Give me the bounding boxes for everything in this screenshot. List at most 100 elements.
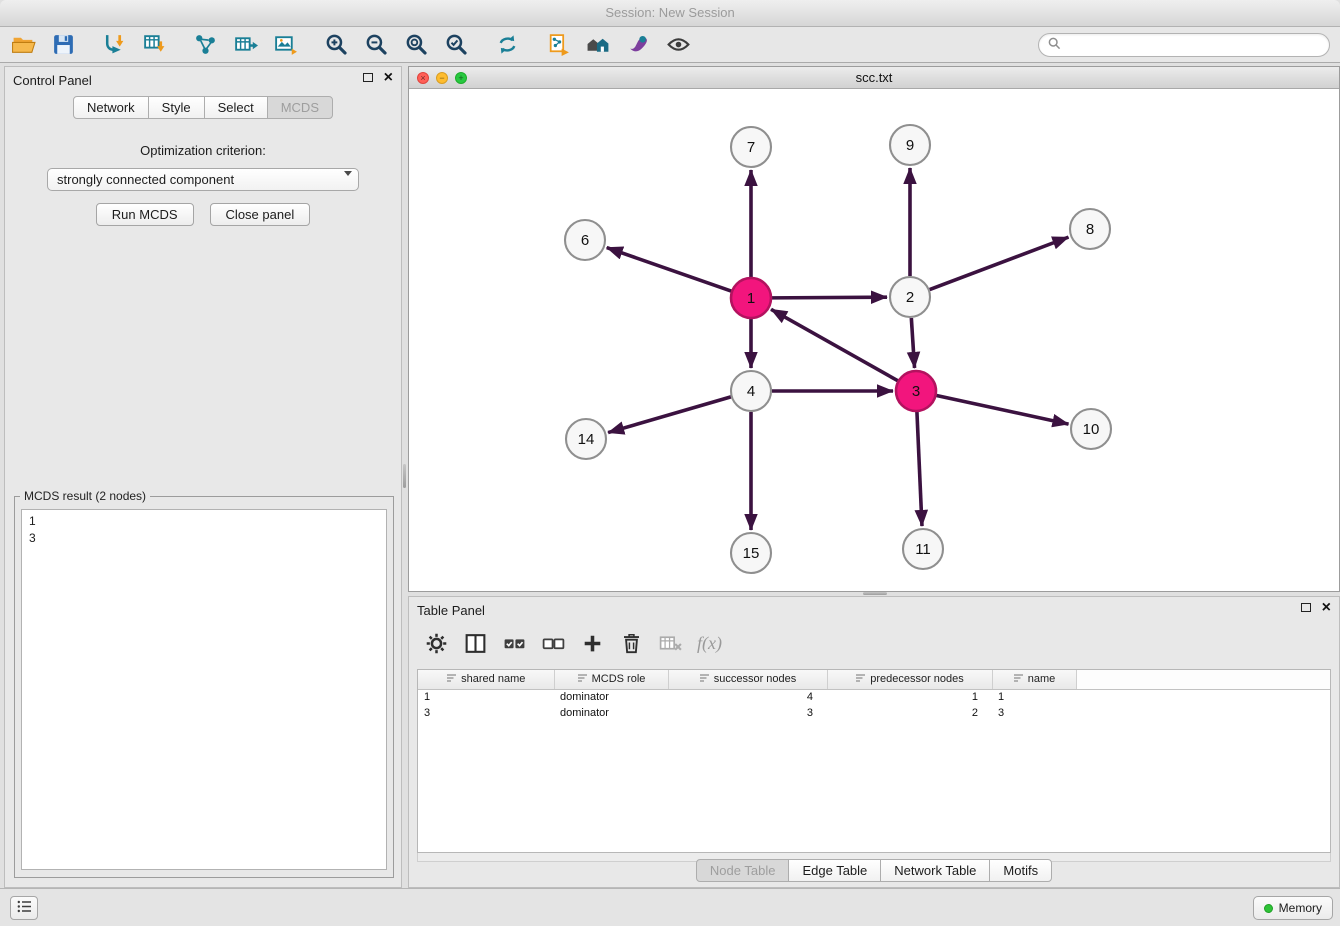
- graph-node-9[interactable]: 9: [890, 125, 930, 165]
- clone-network-icon[interactable]: [545, 31, 572, 58]
- svg-text:14: 14: [578, 431, 595, 448]
- tab-node-table[interactable]: Node Table: [696, 859, 790, 882]
- zoom-fit-icon[interactable]: [403, 31, 430, 58]
- column-header-successor-nodes[interactable]: successor nodes: [668, 670, 827, 689]
- graph-edge-3-10[interactable]: [937, 395, 1069, 424]
- column-header-filler: [1076, 670, 1330, 689]
- table-row[interactable]: 1dominator411: [418, 689, 1330, 705]
- refresh-view-icon[interactable]: [494, 31, 521, 58]
- mcds-result-list[interactable]: 13: [21, 509, 387, 870]
- deselect-all-checkboxes-icon[interactable]: [540, 630, 567, 657]
- table-settings-gear-icon[interactable]: [423, 630, 450, 657]
- window-titlebar: Session: New Session: [0, 0, 1340, 27]
- graph-edge-3-11[interactable]: [917, 412, 922, 526]
- function-builder-icon[interactable]: f(x): [696, 630, 723, 657]
- graph-edge-2-8[interactable]: [930, 237, 1069, 289]
- graph-node-14[interactable]: 14: [566, 419, 606, 459]
- network-view-window: × − + scc.txt 7968124314101511: [408, 66, 1340, 592]
- column-header-shared-name[interactable]: shared name: [418, 670, 554, 689]
- tab-network-table[interactable]: Network Table: [880, 859, 990, 882]
- minimize-window-icon[interactable]: −: [436, 72, 448, 84]
- graph-node-6[interactable]: 6: [565, 220, 605, 260]
- graph-node-8[interactable]: 8: [1070, 209, 1110, 249]
- criterion-dropdown[interactable]: strongly connected component: [47, 168, 359, 191]
- tab-network[interactable]: Network: [73, 96, 149, 119]
- graph-node-2[interactable]: 2: [890, 277, 930, 317]
- svg-text:9: 9: [906, 137, 914, 154]
- tab-motifs[interactable]: Motifs: [989, 859, 1052, 882]
- table-panel-title: Table Panel: [409, 597, 1339, 618]
- tab-select[interactable]: Select: [204, 96, 268, 119]
- new-network-icon[interactable]: [192, 31, 219, 58]
- network-canvas[interactable]: 7 9 6 8 1 2 4 3 14 10 15 11: [409, 89, 1339, 591]
- list-icon: [17, 900, 32, 916]
- open-file-icon[interactable]: [10, 31, 37, 58]
- mcds-result-item[interactable]: 1: [29, 513, 379, 530]
- float-table-panel-icon[interactable]: [1301, 603, 1311, 612]
- show-panels-button[interactable]: [10, 896, 38, 920]
- run-mcds-button[interactable]: Run MCDS: [96, 203, 194, 226]
- optimization-criterion-label: Optimization criterion:: [5, 143, 401, 158]
- criterion-dropdown-value: strongly connected component: [57, 172, 234, 187]
- mcds-result-item[interactable]: 3: [29, 530, 379, 547]
- zoom-selected-icon[interactable]: [443, 31, 470, 58]
- column-header-mcds-role[interactable]: MCDS role: [554, 670, 668, 689]
- home-view-icon[interactable]: [585, 31, 612, 58]
- graph-node-15[interactable]: 15: [731, 533, 771, 573]
- show-graphics-details-icon[interactable]: [665, 31, 692, 58]
- graph-node-11[interactable]: 11: [903, 529, 943, 569]
- toolbar-icon-groups: [10, 31, 692, 58]
- zoom-in-icon[interactable]: [323, 31, 350, 58]
- close-panel-button[interactable]: Close panel: [210, 203, 311, 226]
- svg-text:3: 3: [912, 383, 920, 400]
- memory-button[interactable]: Memory: [1253, 896, 1333, 920]
- delete-row-icon[interactable]: [618, 630, 645, 657]
- graph-edge-2-3[interactable]: [911, 318, 914, 368]
- save-session-icon[interactable]: [50, 31, 77, 58]
- column-header-predecessor-nodes[interactable]: predecessor nodes: [827, 670, 992, 689]
- close-table-panel-icon[interactable]: ×: [1322, 602, 1331, 613]
- graph-edge-1-6[interactable]: [607, 248, 731, 291]
- dropdown-stepper-icon: [336, 173, 352, 191]
- export-table-icon[interactable]: [232, 31, 259, 58]
- control-panel-title: Control Panel: [5, 67, 401, 88]
- table-header-row: shared nameMCDS rolesuccessor nodesprede…: [418, 670, 1330, 689]
- tab-mcds[interactable]: MCDS: [267, 96, 333, 119]
- graph-edge-4-14[interactable]: [608, 397, 731, 433]
- network-graph[interactable]: 7 9 6 8 1 2 4 3 14 10 15 11: [409, 89, 1339, 591]
- search-input[interactable]: [1066, 37, 1320, 52]
- zoom-out-icon[interactable]: [363, 31, 390, 58]
- search-icon: [1048, 37, 1061, 53]
- show-columns-icon[interactable]: [462, 630, 489, 657]
- mcds-result-box: MCDS result (2 nodes) 13: [14, 496, 394, 878]
- svg-text:1: 1: [747, 290, 755, 307]
- delete-table-icon[interactable]: [657, 630, 684, 657]
- close-panel-icon[interactable]: ×: [384, 72, 393, 83]
- svg-text:4: 4: [747, 383, 755, 400]
- select-all-checkboxes-icon[interactable]: [501, 630, 528, 657]
- search-box[interactable]: [1038, 33, 1330, 57]
- main-toolbar: [0, 27, 1340, 63]
- apply-style-icon[interactable]: [625, 31, 652, 58]
- graph-node-4[interactable]: 4: [731, 371, 771, 411]
- column-header-name[interactable]: name: [992, 670, 1076, 689]
- close-window-icon[interactable]: ×: [417, 72, 429, 84]
- add-row-icon[interactable]: [579, 630, 606, 657]
- graph-edge-3-1[interactable]: [771, 309, 898, 380]
- import-network-file-icon[interactable]: [101, 31, 128, 58]
- tab-style[interactable]: Style: [148, 96, 205, 119]
- tab-edge-table[interactable]: Edge Table: [788, 859, 881, 882]
- maximize-window-icon[interactable]: +: [455, 72, 467, 84]
- export-image-icon[interactable]: [272, 31, 299, 58]
- float-panel-icon[interactable]: [363, 73, 373, 82]
- window-title: Session: New Session: [605, 5, 734, 20]
- graph-node-1[interactable]: 1: [731, 278, 771, 318]
- graph-edge-1-2[interactable]: [772, 297, 887, 298]
- graph-node-7[interactable]: 7: [731, 127, 771, 167]
- import-table-file-icon[interactable]: [141, 31, 168, 58]
- svg-text:2: 2: [906, 289, 914, 306]
- table-row[interactable]: 3dominator323: [418, 705, 1330, 721]
- graph-node-3[interactable]: 3: [896, 371, 936, 411]
- table-panel: Table Panel × f(x) shared nameMCDS roles…: [408, 596, 1340, 888]
- graph-node-10[interactable]: 10: [1071, 409, 1111, 449]
